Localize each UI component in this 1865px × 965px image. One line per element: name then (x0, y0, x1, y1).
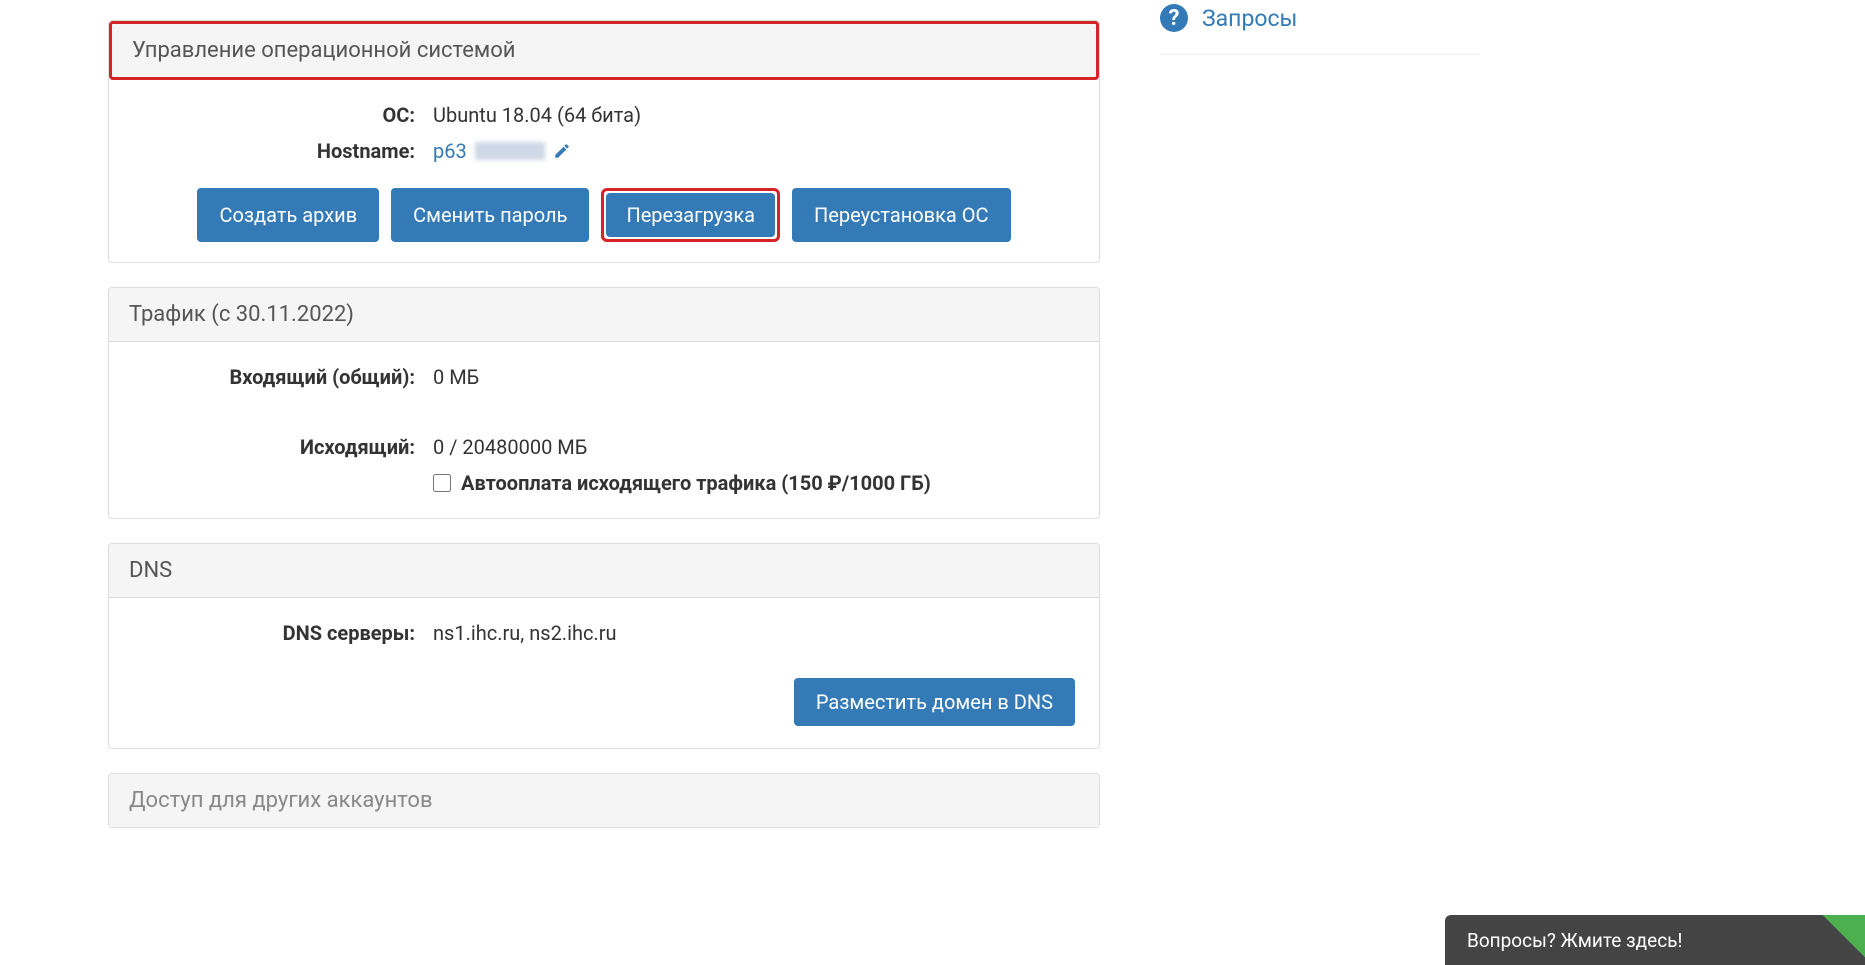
reboot-highlight-frame: Перезагрузка (601, 188, 780, 242)
outgoing-value: 0 / 20480000 МБ (433, 432, 931, 462)
dns-servers-value: ns1.ihc.ru, ns2.ihc.ru (433, 618, 617, 648)
traffic-panel-body: Входящий (общий): 0 МБ Исходящий: 0 / 20… (109, 342, 1099, 518)
dns-panel-body: DNS серверы: ns1.ihc.ru, ns2.ihc.ru Разм… (109, 598, 1099, 748)
outgoing-row: Исходящий: 0 / 20480000 МБ Автооплата ис… (133, 432, 1075, 498)
incoming-label: Входящий (общий): (133, 362, 433, 392)
os-management-panel: Управление операционной системой ОС: Ubu… (108, 20, 1100, 263)
dns-panel-title: DNS (109, 544, 1099, 598)
access-panel: Доступ для других аккаунтов (108, 773, 1100, 828)
hostname-row: Hostname: p63 (133, 136, 1075, 166)
dns-servers-label: DNS серверы: (133, 618, 433, 648)
os-panel-title: Управление операционной системой (109, 21, 1099, 80)
hostname-redacted (475, 142, 545, 160)
access-panel-title: Доступ для других аккаунтов (109, 774, 1099, 827)
os-buttons-row: Создать архив Сменить пароль Перезагрузк… (133, 188, 1075, 242)
place-domain-dns-button[interactable]: Разместить домен в DNS (794, 678, 1075, 726)
dns-servers-row: DNS серверы: ns1.ihc.ru, ns2.ihc.ru (133, 618, 1075, 648)
os-value: Ubuntu 18.04 (64 бита) (433, 100, 641, 130)
sidebar-requests-link[interactable]: ? Запросы (1160, 0, 1480, 55)
page-root: Управление операционной системой ОС: Ubu… (0, 0, 1865, 828)
hostname-label: Hostname: (133, 136, 433, 166)
traffic-panel-title: Трафик (с 30.11.2022) (109, 288, 1099, 342)
dns-panel: DNS DNS серверы: ns1.ihc.ru, ns2.ihc.ru … (108, 543, 1100, 749)
autopay-label: Автооплата исходящего трафика (150 ₽/100… (461, 468, 931, 498)
os-label: ОС: (133, 100, 433, 130)
reboot-button[interactable]: Перезагрузка (606, 193, 775, 237)
hostname-value-wrap: p63 (433, 136, 571, 166)
edit-hostname-icon[interactable] (553, 142, 571, 160)
hostname-prefix: p63 (433, 136, 467, 166)
outgoing-label: Исходящий: (133, 432, 433, 498)
incoming-value: 0 МБ (433, 362, 479, 392)
create-archive-button[interactable]: Создать архив (197, 188, 379, 242)
reinstall-os-button[interactable]: Переустановка ОС (792, 188, 1011, 242)
chat-widget-text: Вопросы? Жмите здесь! (1467, 929, 1682, 952)
main-column: Управление операционной системой ОС: Ubu… (108, 0, 1100, 828)
outgoing-value-block: 0 / 20480000 МБ Автооплата исходящего тр… (433, 432, 931, 498)
autopay-checkbox[interactable] (433, 474, 451, 492)
autopay-row: Автооплата исходящего трафика (150 ₽/100… (433, 468, 931, 498)
sidebar-requests-label: Запросы (1202, 5, 1297, 32)
svg-text:?: ? (1169, 6, 1180, 31)
incoming-row: Входящий (общий): 0 МБ (133, 362, 1075, 392)
change-password-button[interactable]: Сменить пароль (391, 188, 589, 242)
chat-widget[interactable]: Вопросы? Жмите здесь! (1445, 915, 1865, 965)
traffic-panel: Трафик (с 30.11.2022) Входящий (общий): … (108, 287, 1100, 519)
chat-corner-accent (1823, 915, 1865, 957)
dns-button-row: Разместить домен в DNS (133, 678, 1075, 726)
sidebar: ? Запросы (1100, 0, 1480, 828)
os-panel-body: ОС: Ubuntu 18.04 (64 бита) Hostname: p63… (109, 80, 1099, 262)
question-icon: ? (1160, 4, 1188, 32)
os-row: ОС: Ubuntu 18.04 (64 бита) (133, 100, 1075, 130)
